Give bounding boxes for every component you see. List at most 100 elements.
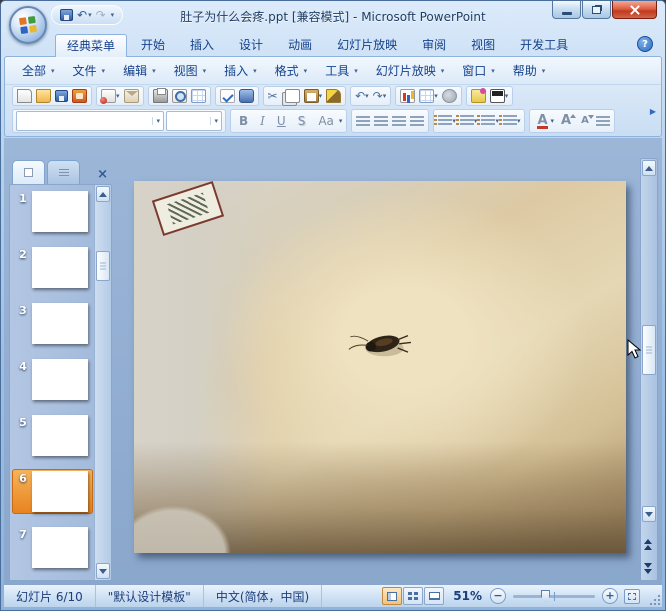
zoom-level[interactable]: 51% bbox=[445, 589, 490, 603]
vertical-scrollbar[interactable] bbox=[640, 158, 658, 581]
hyperlink-button[interactable] bbox=[441, 89, 458, 103]
scroll-down-button[interactable] bbox=[642, 506, 656, 522]
previous-slide-button[interactable] bbox=[644, 539, 652, 550]
insert-chart-button[interactable] bbox=[399, 89, 416, 103]
text-shadow-button[interactable]: S bbox=[293, 110, 311, 132]
slide-row-7[interactable]: 7 bbox=[12, 525, 93, 570]
toolbar-overflow-button[interactable]: ▶ bbox=[650, 107, 656, 117]
justify-button[interactable] bbox=[409, 115, 425, 127]
slideshow-view-button[interactable] bbox=[424, 587, 445, 605]
close-button[interactable] bbox=[612, 1, 657, 19]
numbering-button[interactable]: ▾ bbox=[477, 115, 500, 127]
fit-to-window-button[interactable] bbox=[624, 588, 640, 604]
font-name-combo[interactable]: ▾ bbox=[16, 111, 164, 131]
slide-row-5[interactable]: 5 bbox=[12, 413, 93, 458]
slide-sorter-view-button[interactable] bbox=[403, 587, 424, 605]
menu-all[interactable]: 全部 ▾ bbox=[13, 62, 64, 79]
restore-button[interactable] bbox=[582, 1, 611, 19]
sidebar-scroll-thumb[interactable] bbox=[96, 251, 110, 281]
slide-canvas[interactable] bbox=[134, 181, 626, 553]
bullets-button[interactable]: ▾ bbox=[498, 115, 522, 127]
slide-7-thumbnail[interactable] bbox=[32, 527, 88, 568]
slide-6-thumbnail[interactable] bbox=[32, 471, 88, 512]
slide-layout-button[interactable]: ▾ bbox=[489, 89, 510, 103]
help-button[interactable]: ? bbox=[637, 36, 653, 52]
copy-button[interactable] bbox=[281, 89, 301, 103]
minimize-button[interactable] bbox=[552, 1, 581, 19]
tab-home[interactable]: 开始 bbox=[130, 34, 176, 57]
sidebar-scroll-down-button[interactable] bbox=[96, 563, 110, 579]
close-pane-button[interactable]: × bbox=[97, 167, 112, 184]
office-button[interactable] bbox=[9, 6, 47, 44]
new-button[interactable] bbox=[16, 89, 33, 103]
zoom-slider-thumb[interactable] bbox=[540, 589, 550, 602]
align-right-button[interactable] bbox=[391, 115, 407, 127]
tab-design[interactable]: 设计 bbox=[228, 34, 274, 57]
insert-table-button[interactable]: ▾ bbox=[418, 89, 439, 103]
resize-grip[interactable] bbox=[648, 593, 662, 607]
tab-review[interactable]: 审阅 bbox=[411, 34, 457, 57]
save-button-2[interactable] bbox=[54, 90, 69, 102]
redo-button-2[interactable]: ↷ ▾ bbox=[372, 89, 388, 103]
scroll-thumb[interactable] bbox=[642, 325, 656, 375]
zoom-in-button[interactable]: + bbox=[602, 588, 618, 604]
slide-4-thumbnail[interactable] bbox=[32, 359, 88, 400]
tab-slideshow[interactable]: 幻灯片放映 bbox=[326, 34, 408, 57]
align-left-button[interactable] bbox=[355, 115, 371, 127]
slide-2-thumbnail[interactable] bbox=[32, 247, 88, 288]
menu-window[interactable]: 窗口 ▾ bbox=[453, 62, 504, 79]
zoom-slider[interactable] bbox=[513, 589, 595, 602]
redo-button[interactable]: ↷ bbox=[96, 8, 106, 22]
font-size-combo[interactable]: ▾ bbox=[166, 111, 222, 131]
tab-insert[interactable]: 插入 bbox=[179, 34, 225, 57]
design-template-status[interactable]: "默认设计模板" bbox=[96, 585, 204, 607]
slide-row-3[interactable]: 3 bbox=[12, 301, 93, 346]
spellcheck-button[interactable] bbox=[219, 89, 236, 103]
sidebar-scrollbar[interactable] bbox=[94, 185, 111, 580]
slide-1-thumbnail[interactable] bbox=[32, 191, 88, 232]
print-button[interactable] bbox=[152, 88, 169, 103]
permission-button[interactable]: ▾ bbox=[100, 89, 121, 104]
line-spacing-button[interactable]: ▾ bbox=[434, 115, 457, 127]
slides-pane-tab[interactable] bbox=[12, 160, 45, 184]
normal-view-button[interactable] bbox=[382, 587, 403, 605]
menu-insert[interactable]: 插入 ▾ bbox=[215, 62, 266, 79]
zoom-out-button[interactable]: − bbox=[490, 588, 506, 604]
scroll-up-button[interactable] bbox=[642, 160, 656, 176]
shrink-font-button[interactable]: A bbox=[577, 111, 594, 131]
paste-button[interactable]: ▾ bbox=[303, 89, 324, 103]
menu-view[interactable]: 视图 ▾ bbox=[165, 62, 216, 79]
photo-album-button[interactable] bbox=[470, 88, 487, 103]
sidebar-scroll-up-button[interactable] bbox=[96, 186, 110, 202]
menu-slideshow[interactable]: 幻灯片放映 ▾ bbox=[367, 62, 454, 79]
menu-file[interactable]: 文件 ▾ bbox=[64, 62, 115, 79]
customize-qat-button[interactable]: ▾ bbox=[110, 11, 115, 19]
slide-row-2[interactable]: 2 bbox=[12, 245, 93, 290]
tab-animation[interactable]: 动画 bbox=[277, 34, 323, 57]
slide-row-4[interactable]: 4 bbox=[12, 357, 93, 402]
bold-button[interactable]: B bbox=[234, 110, 253, 132]
open-button[interactable] bbox=[35, 89, 52, 103]
slide-3-thumbnail[interactable] bbox=[32, 303, 88, 344]
tab-view[interactable]: 视图 bbox=[460, 34, 506, 57]
underline-button[interactable]: U bbox=[272, 110, 291, 132]
grow-font-button[interactable]: A bbox=[557, 111, 577, 131]
menu-edit[interactable]: 编辑 ▾ bbox=[114, 62, 165, 79]
menu-format[interactable]: 格式 ▾ bbox=[266, 62, 317, 79]
outline-pane-tab[interactable] bbox=[47, 160, 80, 184]
menu-help[interactable]: 帮助 ▾ bbox=[504, 62, 555, 79]
tab-classic-menu[interactable]: 经典菜单 bbox=[55, 34, 128, 57]
language-status[interactable]: 中文(简体，中国) bbox=[204, 585, 323, 607]
tab-developer[interactable]: 开发工具 bbox=[509, 34, 579, 57]
cut-button[interactable]: ✂ bbox=[267, 89, 279, 103]
change-case-button[interactable]: Aa ▾ bbox=[312, 110, 343, 132]
italic-button[interactable]: I bbox=[255, 110, 270, 132]
research-button[interactable] bbox=[238, 89, 255, 103]
undo-button[interactable]: ↶ ▾ bbox=[77, 8, 92, 22]
slide-row-1[interactable]: 1 bbox=[12, 189, 93, 234]
increase-indent-button[interactable] bbox=[595, 115, 611, 127]
next-slide-button[interactable] bbox=[644, 563, 652, 574]
menu-tools[interactable]: 工具 ▾ bbox=[316, 62, 367, 79]
page-setup-button[interactable] bbox=[190, 89, 207, 103]
save-as-show-button[interactable] bbox=[71, 89, 88, 103]
